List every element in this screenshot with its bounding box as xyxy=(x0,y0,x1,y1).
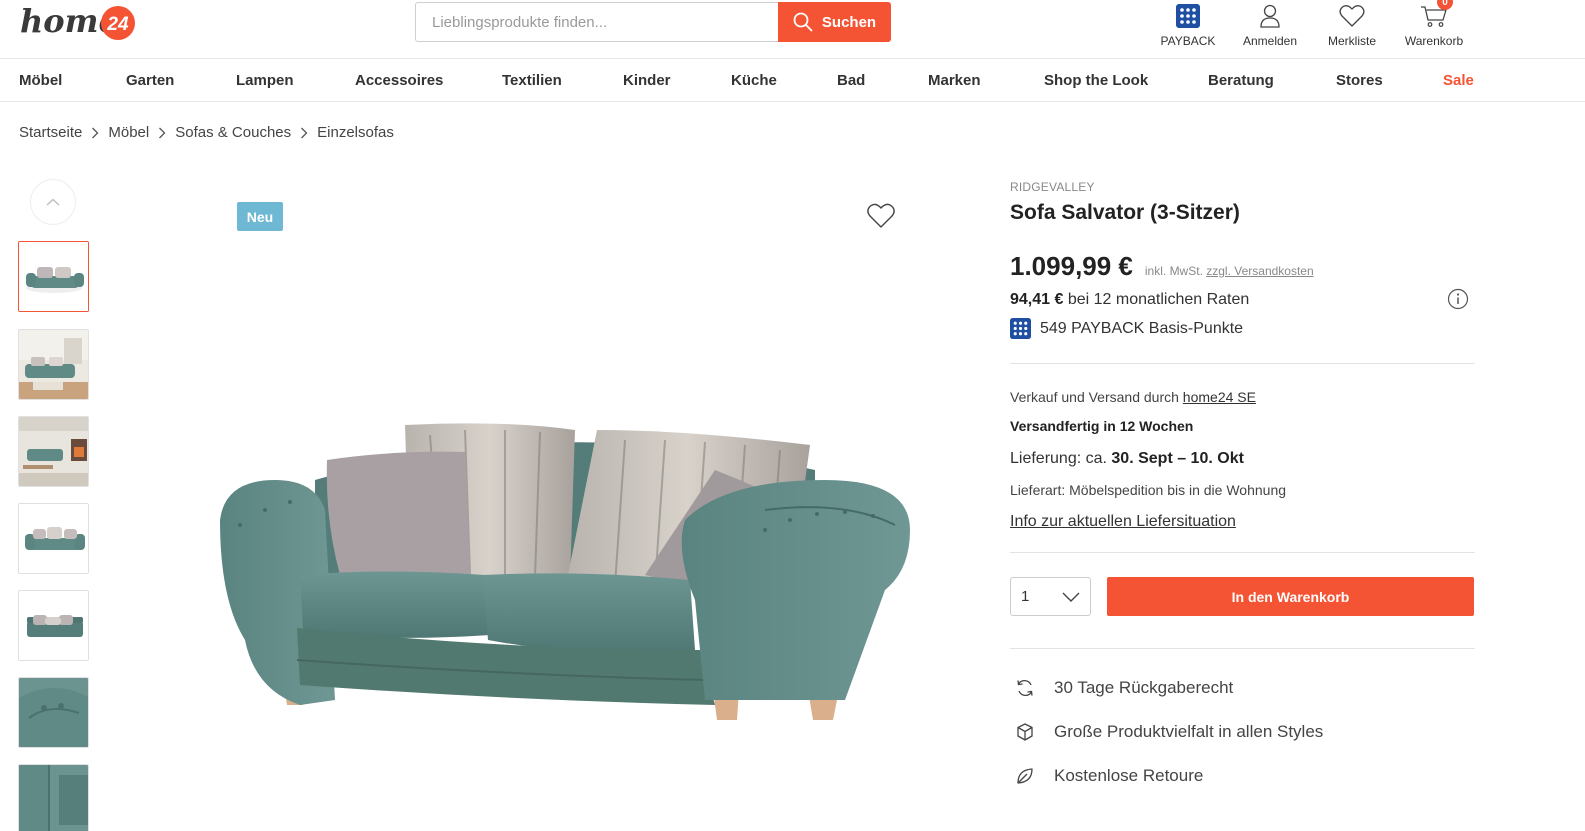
header-actions: PAYBACK Anmelden Merkliste 0 Warenkorb xyxy=(1147,0,1475,48)
divider xyxy=(1010,648,1475,649)
svg-text:24: 24 xyxy=(106,14,129,35)
nav-item-kinder[interactable]: Kinder xyxy=(623,72,671,89)
thumbnail-scroll-up-button[interactable] xyxy=(30,179,76,225)
box-icon xyxy=(1014,721,1036,743)
cart-link[interactable]: 0 Warenkorb xyxy=(1393,0,1475,48)
payback-label: PAYBACK xyxy=(1160,34,1216,48)
search-button[interactable]: Suchen xyxy=(778,2,891,42)
nav-item-marken[interactable]: Marken xyxy=(928,72,981,89)
nav-item-moebel[interactable]: Möbel xyxy=(19,72,62,89)
wishlist-link[interactable]: Merkliste xyxy=(1311,0,1393,48)
thumbnail-6[interactable] xyxy=(18,677,89,748)
nav-item-garten[interactable]: Garten xyxy=(126,72,174,89)
payback-link[interactable]: PAYBACK xyxy=(1147,0,1229,48)
leaf-icon xyxy=(1014,765,1036,787)
new-badge: Neu xyxy=(237,202,283,231)
divider xyxy=(1010,552,1475,553)
cart-count-badge: 0 xyxy=(1437,0,1453,10)
delivery-type: Lieferart: Möbelspedition bis in die Woh… xyxy=(1010,482,1287,498)
chevron-right-icon xyxy=(158,127,166,139)
thumbnail-2[interactable] xyxy=(18,329,89,400)
product-brand[interactable]: RIDGEVALLEY xyxy=(1010,180,1095,194)
product-price: 1.099,99 € xyxy=(1010,251,1133,281)
main-navigation: Möbel Garten Lampen Accessoires Textilie… xyxy=(0,60,1585,102)
nav-item-bad[interactable]: Bad xyxy=(837,72,865,89)
refresh-icon xyxy=(1014,677,1036,699)
seller-link[interactable]: home24 SE xyxy=(1183,389,1256,405)
chevron-down-icon xyxy=(1062,592,1080,602)
thumbnail-5[interactable] xyxy=(18,590,89,661)
login-link[interactable]: Anmelden xyxy=(1229,0,1311,48)
payback-icon xyxy=(1010,318,1031,339)
thumbnail-1[interactable] xyxy=(18,241,89,312)
nav-item-sale[interactable]: Sale xyxy=(1443,72,1474,89)
usp-free-returns: Kostenlose Retoure xyxy=(1014,765,1203,787)
nav-item-shop-the-look[interactable]: Shop the Look xyxy=(1044,72,1148,89)
delivery-prefix: Lieferung: ca. xyxy=(1010,450,1107,467)
divider xyxy=(1010,363,1475,364)
shipping-costs-link[interactable]: zzgl. Versandkosten xyxy=(1206,264,1313,278)
search-button-label: Suchen xyxy=(821,13,877,31)
cart-label: Warenkorb xyxy=(1404,34,1464,48)
add-to-cart-button[interactable]: In den Warenkorb xyxy=(1107,577,1474,616)
price-row: 1.099,99 € inkl. MwSt. zzgl. Versandkost… xyxy=(1010,251,1314,282)
chevron-right-icon xyxy=(300,127,308,139)
nav-item-accessoires[interactable]: Accessoires xyxy=(355,72,443,89)
quantity-value: 1 xyxy=(1021,588,1030,605)
payback-points-label: 549 PAYBACK Basis-Punkte xyxy=(1040,319,1244,337)
usp-label: 30 Tage Rückgaberecht xyxy=(1054,678,1234,697)
info-icon[interactable] xyxy=(1447,288,1469,310)
search-icon xyxy=(793,12,813,32)
wishlist-label: Merkliste xyxy=(1327,34,1376,48)
usp-return-policy: 30 Tage Rückgaberecht xyxy=(1014,677,1233,699)
search-input[interactable] xyxy=(415,2,778,42)
vat-note: inkl. MwSt. xyxy=(1144,264,1203,278)
installment-text: bei 12 monatlichen Raten xyxy=(1067,291,1250,308)
search-bar: Suchen xyxy=(415,2,891,42)
delivery-date-info: Lieferung: ca. 30. Sept – 10. Okt xyxy=(1010,450,1244,468)
payback-points: 549 PAYBACK Basis-Punkte xyxy=(1010,318,1243,339)
product-main-image[interactable] xyxy=(205,180,925,780)
heart-icon xyxy=(866,202,896,230)
product-title: Sofa Salvator (3-Sitzer) xyxy=(1010,201,1240,224)
add-to-wishlist-button[interactable] xyxy=(866,202,896,230)
login-label: Anmelden xyxy=(1242,34,1298,48)
thumbnail-4[interactable] xyxy=(18,503,89,574)
delivery-dates: 30. Sept – 10. Okt xyxy=(1111,450,1244,467)
nav-item-textilien[interactable]: Textilien xyxy=(502,72,562,89)
usp-label: Kostenlose Retoure xyxy=(1054,766,1204,785)
payback-icon xyxy=(1176,0,1200,28)
breadcrumb-einzelsofas[interactable]: Einzelsofas xyxy=(317,124,394,141)
delivery-situation-link[interactable]: Info zur aktuellen Liefersituation xyxy=(1010,513,1236,531)
chevron-right-icon xyxy=(91,127,99,139)
breadcrumb-sofas-couches[interactable]: Sofas & Couches xyxy=(175,124,291,141)
heart-icon xyxy=(1339,0,1365,28)
user-icon xyxy=(1259,0,1281,28)
quantity-select[interactable]: 1 xyxy=(1010,577,1091,616)
nav-item-beratung[interactable]: Beratung xyxy=(1208,72,1274,89)
breadcrumb-moebel[interactable]: Möbel xyxy=(108,124,149,141)
usp-product-variety: Große Produktvielfalt in allen Styles xyxy=(1014,721,1323,743)
seller-prefix: Verkauf und Versand durch xyxy=(1010,389,1179,405)
price-note: inkl. MwSt. zzgl. Versandkosten xyxy=(1145,264,1314,278)
usp-label: Große Produktvielfalt in allen Styles xyxy=(1054,722,1324,741)
home24-logo[interactable]: home 24 xyxy=(20,0,140,46)
shipping-ready-info: Versandfertig in 12 Wochen xyxy=(1010,418,1194,434)
installment-amount: 94,41 € xyxy=(1010,291,1064,308)
nav-item-lampen[interactable]: Lampen xyxy=(236,72,294,89)
nav-item-kueche[interactable]: Küche xyxy=(731,72,777,89)
chevron-up-icon xyxy=(46,198,60,206)
installment-info: 94,41 € bei 12 monatlichen Raten xyxy=(1010,291,1249,309)
site-header: home 24 Suchen PAYBACK Anmelden xyxy=(0,0,1585,59)
breadcrumb: Startseite Möbel Sofas & Couches Einzels… xyxy=(19,124,394,141)
breadcrumb-startseite[interactable]: Startseite xyxy=(19,124,82,141)
seller-info: Verkauf und Versand durch home24 SE xyxy=(1010,389,1256,405)
nav-item-stores[interactable]: Stores xyxy=(1336,72,1383,89)
thumbnail-7[interactable] xyxy=(18,764,89,831)
thumbnail-3[interactable] xyxy=(18,416,89,487)
